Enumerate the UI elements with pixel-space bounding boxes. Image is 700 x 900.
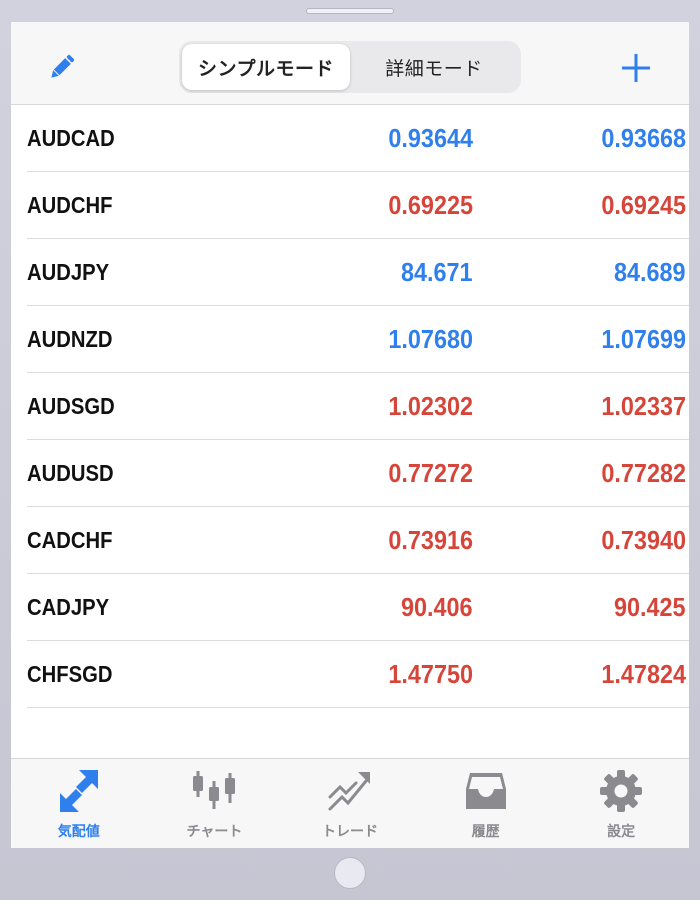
quote-row[interactable]: AUDCAD 0.93644 0.93668 xyxy=(27,105,689,172)
symbol-name: CADCHF xyxy=(27,527,113,553)
symbol-name: AUDCHF xyxy=(27,192,113,218)
ask-price: 84.689 xyxy=(614,257,686,287)
add-symbol-button[interactable] xyxy=(618,50,654,86)
symbol-name: AUDJPY xyxy=(27,259,110,285)
home-button[interactable] xyxy=(334,857,366,889)
ask-price: 0.93668 xyxy=(601,123,686,153)
ask-price: 0.77282 xyxy=(601,458,686,488)
symbol-name: AUDNZD xyxy=(27,326,113,352)
trade-trend-icon xyxy=(328,772,370,811)
symbol-name: AUDUSD xyxy=(27,460,114,486)
ask-price: 1.07699 xyxy=(601,324,686,354)
symbol-name: CADJPY xyxy=(27,594,110,620)
candlestick-chart-icon xyxy=(193,771,236,809)
edit-button[interactable] xyxy=(45,50,79,84)
ask-price: 1.47824 xyxy=(601,659,686,689)
history-inbox-icon xyxy=(465,773,506,809)
quotes-arrows-icon xyxy=(59,770,98,812)
tablet-frame: シンプルモード 詳細モード AUDCAD 0.93644 0.93668 AUDCHF… xyxy=(0,0,700,900)
tab-settings[interactable]: 設定 xyxy=(561,759,681,848)
ask-price: 0.69245 xyxy=(601,190,686,220)
symbol-name: AUDCAD xyxy=(27,125,115,151)
symbol-name: AUDSGD xyxy=(27,393,115,419)
bid-price: 90.406 xyxy=(401,592,473,622)
bid-price: 1.02302 xyxy=(388,391,473,421)
tab-bar: 気配値 チャート トレード 履歴 設定 xyxy=(11,758,689,848)
tab-label: トレード xyxy=(321,823,378,839)
tab-chart[interactable]: チャート xyxy=(154,759,274,848)
pencil-icon xyxy=(51,54,75,78)
bid-price: 1.47750 xyxy=(388,659,473,689)
quote-row[interactable]: AUDUSD 0.77272 0.77282 xyxy=(27,440,689,507)
speaker-grille xyxy=(306,8,394,14)
bid-price: 84.671 xyxy=(401,257,473,287)
quote-row[interactable]: AUDJPY 84.671 84.689 xyxy=(27,239,689,306)
bid-price: 0.77272 xyxy=(388,458,473,488)
tab-label: 設定 xyxy=(607,823,636,839)
bid-price: 0.93644 xyxy=(388,123,473,153)
tab-quotes[interactable]: 気配値 xyxy=(19,759,139,848)
bid-price: 0.69225 xyxy=(388,190,473,220)
ask-price: 1.02337 xyxy=(601,391,686,421)
quote-row[interactable]: CHFSGD 1.47750 1.47824 xyxy=(27,641,689,708)
detail-mode-segment[interactable]: 詳細モード xyxy=(350,44,518,90)
bid-price: 0.73916 xyxy=(388,525,473,555)
tab-label: チャート xyxy=(186,823,243,839)
tab-trade[interactable]: トレード xyxy=(290,759,410,848)
navigation-bar: シンプルモード 詳細モード xyxy=(11,22,689,105)
ask-price: 0.73940 xyxy=(601,525,686,555)
mode-segmented-control: シンプルモード 詳細モード xyxy=(179,41,521,93)
plus-icon xyxy=(622,54,650,82)
tab-history[interactable]: 履歴 xyxy=(426,759,546,848)
bid-price: 1.07680 xyxy=(388,324,473,354)
quote-row[interactable]: AUDNZD 1.07680 1.07699 xyxy=(27,306,689,373)
quote-row[interactable]: AUDCHF 0.69225 0.69245 xyxy=(27,172,689,239)
app-screen: シンプルモード 詳細モード AUDCAD 0.93644 0.93668 AUDCHF… xyxy=(11,22,689,848)
quote-row[interactable]: CADJPY 90.406 90.425 xyxy=(27,574,689,641)
tab-label: 気配値 xyxy=(57,823,100,839)
gear-icon xyxy=(600,770,643,812)
quote-row[interactable]: AUDSGD 1.02302 1.02337 xyxy=(27,373,689,440)
simple-mode-segment[interactable]: シンプルモード xyxy=(182,44,350,90)
symbol-name: CHFSGD xyxy=(27,661,113,687)
ask-price: 90.425 xyxy=(614,592,686,622)
quote-row[interactable]: CADCHF 0.73916 0.73940 xyxy=(27,507,689,574)
tab-label: 履歴 xyxy=(471,823,500,839)
quote-list: AUDCAD 0.93644 0.93668 AUDCHF 0.69225 0.69245… xyxy=(11,105,689,708)
